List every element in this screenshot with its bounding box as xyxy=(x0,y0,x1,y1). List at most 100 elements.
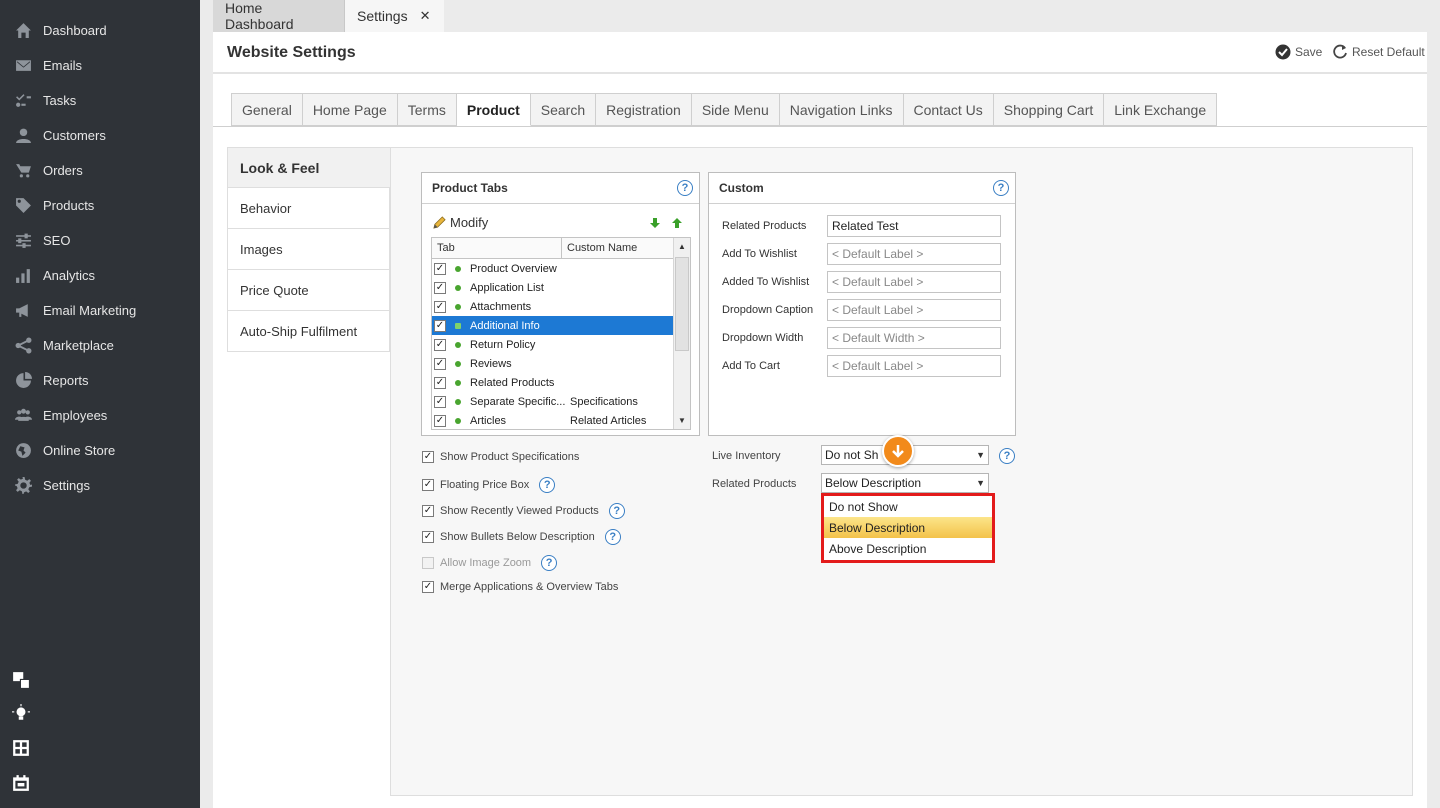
tab-navigation-links[interactable]: Navigation Links xyxy=(779,93,904,126)
tab-settings[interactable]: Settings ✕ xyxy=(345,0,444,32)
table-row[interactable]: ✓ Attachments xyxy=(432,297,674,316)
move-up-icon[interactable] xyxy=(671,217,683,229)
table-row[interactable]: ✓ Articles Related Articles xyxy=(432,411,674,429)
table-row[interactable]: ✓ Related Products xyxy=(432,373,674,392)
help-icon[interactable]: ? xyxy=(993,180,1009,196)
custom-label-input[interactable]: Related Test xyxy=(827,215,1001,237)
calendar-icon[interactable] xyxy=(11,773,31,793)
help-icon[interactable]: ? xyxy=(604,529,621,545)
sidebar-item-dashboard[interactable]: Dashboard xyxy=(0,13,200,48)
nav-behavior[interactable]: Behavior xyxy=(227,188,390,229)
grid-scrollbar[interactable]: ▲ ▼ xyxy=(673,238,690,429)
scroll-thumb[interactable] xyxy=(675,257,689,351)
row-checkbox[interactable]: ✓ xyxy=(434,376,446,389)
tasks-icon xyxy=(12,93,34,109)
sidebar-item-employees[interactable]: Employees xyxy=(0,398,200,433)
row-checkbox[interactable]: ✓ xyxy=(434,319,446,332)
scroll-down-icon[interactable]: ▼ xyxy=(674,412,690,429)
option-checkbox-row[interactable]: ✓ Merge Applications & Overview Tabs xyxy=(422,581,618,593)
nav-price-quote[interactable]: Price Quote xyxy=(227,270,390,311)
nav-images[interactable]: Images xyxy=(227,229,390,270)
row-checkbox[interactable]: ✓ xyxy=(434,395,446,408)
sidebar-item-customers[interactable]: Customers xyxy=(0,118,200,153)
option-checkbox[interactable]: ✓ xyxy=(422,581,434,593)
tab-name: Articles xyxy=(470,414,507,427)
option-checkbox-row[interactable]: ✓ Show Bullets Below Description? xyxy=(422,529,621,545)
help-icon[interactable]: ? xyxy=(541,555,558,571)
tab-registration[interactable]: Registration xyxy=(596,93,692,126)
sidebar-item-online-store[interactable]: Online Store xyxy=(0,433,200,468)
check-icon: ✓ xyxy=(435,357,445,369)
column-custom-name[interactable]: Custom Name xyxy=(562,238,674,258)
row-checkbox[interactable]: ✓ xyxy=(434,338,446,351)
sidebar-item-emails[interactable]: Emails xyxy=(0,48,200,83)
help-icon[interactable]: ? xyxy=(539,477,556,493)
option-checkbox[interactable]: ✓ xyxy=(422,479,434,491)
dropdown-option[interactable]: Do not Show xyxy=(824,496,992,517)
sidebar-item-marketplace[interactable]: Marketplace xyxy=(0,328,200,363)
tab-link-exchange[interactable]: Link Exchange xyxy=(1104,93,1218,126)
table-row[interactable]: ✓ Application List xyxy=(432,278,674,297)
sidebar-item-email-marketing[interactable]: Email Marketing xyxy=(0,293,200,328)
nav-look-and-feel[interactable]: Look & Feel xyxy=(227,147,390,188)
tab-shopping-cart[interactable]: Shopping Cart xyxy=(993,93,1105,126)
tab-general[interactable]: General xyxy=(231,93,303,126)
sidebar-item-seo[interactable]: SEO xyxy=(0,223,200,258)
tab-side-menu[interactable]: Side Menu xyxy=(691,93,780,126)
tab-home-dashboard[interactable]: Home Dashboard xyxy=(213,0,345,32)
help-icon[interactable]: ? xyxy=(999,448,1015,464)
option-checkbox-row[interactable]: ✓ Show Product Specifications xyxy=(422,451,579,463)
row-checkbox[interactable]: ✓ xyxy=(434,281,446,294)
modify-button[interactable]: Modify xyxy=(432,215,488,230)
move-down-icon[interactable] xyxy=(649,217,661,229)
scroll-up-icon[interactable]: ▲ xyxy=(674,238,690,255)
nav-auto-ship-fulfilment[interactable]: Auto-Ship Fulfilment xyxy=(227,311,390,352)
column-tab[interactable]: Tab xyxy=(432,238,562,258)
related-products-select[interactable]: Below Description ▼ xyxy=(821,473,989,493)
tab-search[interactable]: Search xyxy=(530,93,597,126)
help-icon[interactable]: ? xyxy=(608,503,625,519)
tab-contact-us[interactable]: Contact Us xyxy=(903,93,994,126)
custom-label-input[interactable]: < Default Label > xyxy=(827,355,1001,377)
custom-label-input[interactable]: < Default Label > xyxy=(827,271,1001,293)
custom-label-input[interactable]: < Default Label > xyxy=(827,299,1001,321)
tab-home-page[interactable]: Home Page xyxy=(302,93,398,126)
row-checkbox[interactable]: ✓ xyxy=(434,357,446,370)
sidebar-item-settings[interactable]: Settings xyxy=(0,468,200,503)
option-checkbox[interactable]: ✓ xyxy=(422,451,434,463)
custom-field-row: Dropdown Width < Default Width > xyxy=(722,327,1001,349)
windows-icon[interactable] xyxy=(11,670,31,690)
sidebar-item-analytics[interactable]: Analytics xyxy=(0,258,200,293)
calculator-icon[interactable] xyxy=(11,738,31,758)
row-checkbox[interactable]: ✓ xyxy=(434,414,446,427)
option-checkbox[interactable]: ✓ xyxy=(422,505,434,517)
row-checkbox[interactable]: ✓ xyxy=(434,262,446,275)
sidebar-item-reports[interactable]: Reports xyxy=(0,363,200,398)
dropdown-option[interactable]: Above Description xyxy=(824,538,992,559)
table-row[interactable]: ✓ Return Policy xyxy=(432,335,674,354)
tab-terms[interactable]: Terms xyxy=(397,93,457,126)
close-icon[interactable]: ✕ xyxy=(420,8,431,24)
tab-product[interactable]: Product xyxy=(456,93,531,126)
save-button[interactable]: Save xyxy=(1275,44,1322,60)
dropdown-option-highlighted[interactable]: Below Description xyxy=(824,517,992,538)
help-icon[interactable]: ? xyxy=(677,180,693,196)
sidebar-item-tasks[interactable]: Tasks xyxy=(0,83,200,118)
sidebar-item-orders[interactable]: Orders xyxy=(0,153,200,188)
table-row[interactable]: ✓ Additional Info xyxy=(432,316,674,335)
table-row[interactable]: ✓ Reviews xyxy=(432,354,674,373)
sidebar-item-products[interactable]: Products xyxy=(0,188,200,223)
tab-label: Settings xyxy=(357,8,408,24)
table-row[interactable]: ✓ Separate Specific... Specifications xyxy=(432,392,674,411)
custom-label-input[interactable]: < Default Width > xyxy=(827,327,1001,349)
option-checkbox[interactable]: ✓ xyxy=(422,531,434,543)
option-checkbox-row[interactable]: ✓ Floating Price Box? xyxy=(422,477,556,493)
custom-label-input[interactable]: < Default Label > xyxy=(827,243,1001,265)
row-checkbox[interactable]: ✓ xyxy=(434,300,446,313)
reset-default-button[interactable]: Reset Default xyxy=(1332,44,1425,60)
option-checkbox-row[interactable]: ✓ Show Recently Viewed Products? xyxy=(422,503,625,519)
home-icon xyxy=(12,23,34,39)
check-icon: ✓ xyxy=(435,376,445,388)
lightbulb-icon[interactable] xyxy=(11,703,31,723)
table-row[interactable]: ✓ Product Overview xyxy=(432,259,674,278)
